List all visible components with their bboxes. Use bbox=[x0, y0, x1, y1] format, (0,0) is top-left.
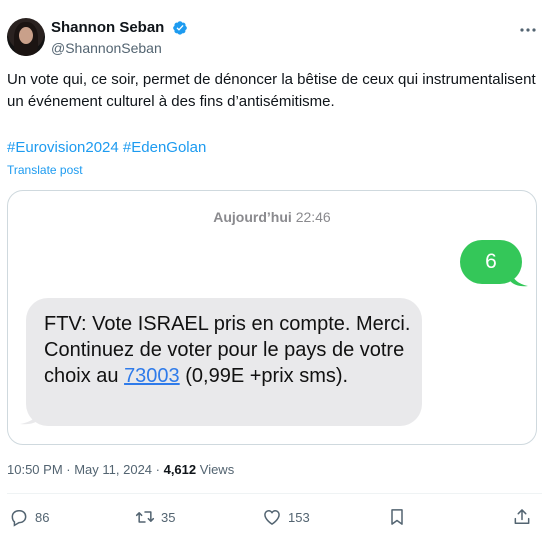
repost-button[interactable]: 35 bbox=[135, 506, 175, 528]
hashtag-eurovision2024[interactable]: #Eurovision2024 bbox=[7, 139, 119, 156]
reply-icon bbox=[11, 510, 27, 527]
more-icon[interactable] bbox=[518, 22, 538, 38]
post-header: Shannon Seban @ShannonSeban bbox=[7, 18, 542, 58]
repost-icon bbox=[135, 511, 155, 523]
verified-badge-icon[interactable] bbox=[172, 20, 188, 36]
sms-sent-tail bbox=[510, 269, 528, 287]
post-image[interactable]: Aujourd’hui 22:46 6 FTV: Vote ISRAEL pri… bbox=[7, 190, 537, 445]
sms-received-tail bbox=[20, 407, 40, 425]
post-text: Un vote qui, ce soir, permet de dénoncer… bbox=[7, 71, 536, 110]
sms-timestamp: Aujourd’hui 22:46 bbox=[8, 209, 536, 225]
meta-separator: · bbox=[62, 462, 75, 477]
meta-separator-2: · bbox=[152, 462, 164, 477]
hashtag-edengolan[interactable]: #EdenGolan bbox=[123, 139, 206, 156]
hashtags: #Eurovision2024 #EdenGolan bbox=[7, 137, 206, 159]
bookmark-button[interactable] bbox=[387, 506, 407, 528]
author-handle[interactable]: @ShannonSeban bbox=[51, 40, 188, 56]
author-display-name[interactable]: Shannon Seban bbox=[51, 19, 164, 36]
bookmark-icon bbox=[391, 509, 403, 525]
repost-count: 35 bbox=[161, 509, 176, 525]
translate-post-link[interactable]: Translate post bbox=[7, 163, 83, 177]
divider bbox=[7, 493, 542, 494]
like-count: 153 bbox=[288, 509, 310, 525]
avatar-face bbox=[19, 27, 33, 44]
sms-received-bubble: FTV: Vote ISRAEL pris en compte. Merci. … bbox=[26, 298, 422, 426]
avatar[interactable] bbox=[7, 18, 45, 56]
sms-received-text-end: (0,99E +prix sms). bbox=[179, 365, 349, 387]
share-button[interactable] bbox=[512, 506, 532, 528]
views-label: Views bbox=[196, 462, 235, 477]
post-time[interactable]: 10:50 PM bbox=[7, 462, 63, 477]
sms-short-number-link[interactable]: 73003 bbox=[124, 365, 180, 387]
like-icon bbox=[264, 510, 280, 525]
action-bar: 86 35 153 bbox=[7, 506, 542, 528]
reply-count: 86 bbox=[35, 509, 50, 525]
share-icon bbox=[514, 509, 530, 524]
reply-button[interactable]: 86 bbox=[9, 506, 49, 528]
post-date[interactable]: May 11, 2024 bbox=[74, 462, 152, 477]
like-button[interactable]: 153 bbox=[262, 506, 310, 528]
post-metadata: 10:50 PM · May 11, 2024 · 4,612 Views bbox=[7, 462, 234, 477]
views-count: 4,612 bbox=[163, 462, 197, 477]
author-names: Shannon Seban @ShannonSeban bbox=[51, 19, 188, 56]
sms-day: Aujourd’hui bbox=[213, 209, 292, 225]
sms-time: 22:46 bbox=[295, 209, 331, 225]
